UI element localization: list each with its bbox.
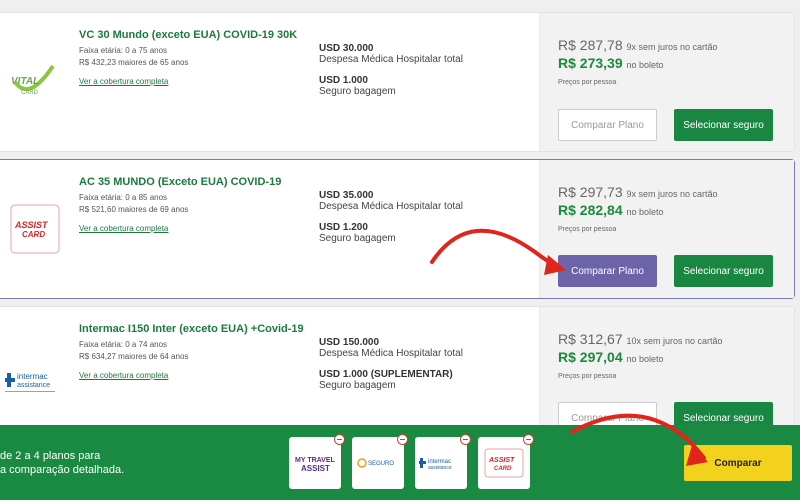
plan-card: VITAL CARD VC 30 Mundo (exceto EUA) COVI… — [0, 12, 795, 152]
baggage-label: Seguro bagagem — [319, 233, 396, 244]
age-range: Faixa etária: 0 a 85 anos — [79, 193, 168, 202]
compare-button[interactable]: Comparar — [684, 445, 792, 481]
remove-slot-icon[interactable] — [397, 434, 408, 445]
medical-amount: USD 150.000 — [319, 337, 380, 348]
select-plan-button[interactable]: Selecionar seguro — [674, 109, 773, 141]
svg-text:ASSIST: ASSIST — [14, 220, 49, 230]
plan-name: VC 30 Mundo (exceto EUA) COVID-19 30K — [79, 29, 298, 41]
per-person-note: Preços por pessoa — [558, 373, 617, 380]
compare-instructions-line2: a comparação detalhada. — [0, 464, 125, 476]
card-price: R$ 287,78 — [558, 37, 623, 53]
assist-card-logo-icon: ASSIST CARD — [484, 448, 524, 478]
compare-bar: de 2 a 4 planos para a comparação detalh… — [0, 425, 800, 500]
card-terms: 9x sem juros no cartão — [626, 189, 718, 199]
plan-logo: VITAL CARD — [0, 13, 79, 151]
svg-text:VITAL: VITAL — [11, 76, 39, 87]
my-travel-assist-logo-icon: MY TRAVEL ASSIST — [295, 457, 336, 473]
card-price: R$ 312,67 — [558, 331, 623, 347]
compare-plan-button[interactable]: Comparar Plano — [558, 255, 657, 287]
card-terms: 10x sem juros no cartão — [626, 336, 723, 346]
plan-name: AC 35 MUNDO (Exceto EUA) COVID-19 — [79, 176, 282, 188]
senior-price: R$ 432,23 maiores de 65 anos — [79, 58, 189, 67]
compare-slot: MY TRAVEL ASSIST — [289, 434, 345, 489]
medical-amount: USD 30.000 — [319, 43, 374, 54]
svg-text:ASSIST: ASSIST — [301, 464, 330, 473]
select-plan-button[interactable]: Selecionar seguro — [674, 255, 773, 287]
svg-text:intermac: intermac — [17, 372, 48, 381]
remove-slot-icon[interactable] — [460, 434, 471, 445]
age-range: Faixa etária: 0 a 74 anos — [79, 340, 168, 349]
senior-price: R$ 521,60 maiores de 69 anos — [79, 205, 189, 214]
boleto-price: R$ 273,39 — [558, 55, 623, 71]
card-terms: 9x sem juros no cartão — [626, 42, 718, 52]
compare-slot: ASSIST CARD — [478, 434, 534, 489]
svg-text:ASSIST: ASSIST — [488, 457, 515, 464]
baggage-amount: USD 1.000 (SUPLEMENTAR) — [319, 369, 453, 380]
svg-text:SEGURO: SEGURO — [368, 461, 394, 467]
svg-text:assistance: assistance — [17, 382, 50, 389]
senior-price: R$ 634,27 maiores de 64 anos — [79, 352, 189, 361]
coverage-link[interactable]: Ver a cobertura completa — [79, 371, 168, 380]
medical-label: Despesa Médica Hospitalar total — [319, 54, 463, 65]
boleto-price: R$ 297,04 — [558, 349, 623, 365]
vital-card-logo-icon: VITAL CARD — [11, 64, 55, 96]
intermac-logo-icon: intermac assistance — [419, 458, 452, 471]
svg-text:assistance: assistance — [428, 465, 452, 471]
price-panel: R$ 297,73 9x sem juros no cartão R$ 282,… — [539, 160, 794, 298]
svg-text:CARD: CARD — [494, 466, 512, 472]
seguro-logo-icon: SEGURO — [357, 458, 394, 468]
compare-instructions-line1: de 2 a 4 planos para — [0, 450, 101, 462]
baggage-label: Seguro bagagem — [319, 86, 396, 97]
plan-card-selected: ASSIST CARD AC 35 MUNDO (Exceto EUA) COV… — [0, 159, 795, 299]
age-range: Faixa etária: 0 a 75 anos — [79, 46, 168, 55]
boleto-label: no boleto — [626, 354, 664, 364]
intermac-logo-icon: intermac assistance — [5, 372, 55, 392]
card-price: R$ 297,73 — [558, 184, 623, 200]
price-panel: R$ 287,78 9x sem juros no cartão R$ 273,… — [539, 13, 794, 151]
medical-label: Despesa Médica Hospitalar total — [319, 201, 463, 212]
remove-slot-icon[interactable] — [523, 434, 534, 445]
compare-instructions: de 2 a 4 planos para a comparação detalh… — [0, 449, 124, 477]
compare-plan-button[interactable]: Comparar Plano — [558, 109, 657, 141]
baggage-amount: USD 1.000 — [319, 75, 368, 86]
medical-amount: USD 35.000 — [319, 190, 374, 201]
compare-slot: intermac assistance — [415, 434, 471, 489]
svg-text:CARD: CARD — [22, 230, 45, 239]
coverage-link[interactable]: Ver a cobertura completa — [79, 224, 168, 233]
plan-name: Intermac I150 Inter (exceto EUA) +Covid-… — [79, 323, 304, 335]
per-person-note: Preços por pessoa — [558, 226, 617, 233]
medical-label: Despesa Médica Hospitalar total — [319, 348, 463, 359]
svg-text:MY TRAVEL: MY TRAVEL — [295, 457, 336, 464]
plan-logo: ASSIST CARD — [0, 160, 79, 298]
remove-slot-icon[interactable] — [334, 434, 345, 445]
baggage-amount: USD 1.200 — [319, 222, 368, 233]
assist-card-logo-icon: ASSIST CARD — [10, 204, 60, 254]
boleto-price: R$ 282,84 — [558, 202, 623, 218]
boleto-label: no boleto — [626, 207, 664, 217]
svg-text:CARD: CARD — [21, 90, 39, 96]
coverage-link[interactable]: Ver a cobertura completa — [79, 77, 168, 86]
baggage-label: Seguro bagagem — [319, 380, 396, 391]
compare-slot: SEGURO — [352, 434, 408, 489]
boleto-label: no boleto — [626, 60, 664, 70]
per-person-note: Preços por pessoa — [558, 79, 617, 86]
